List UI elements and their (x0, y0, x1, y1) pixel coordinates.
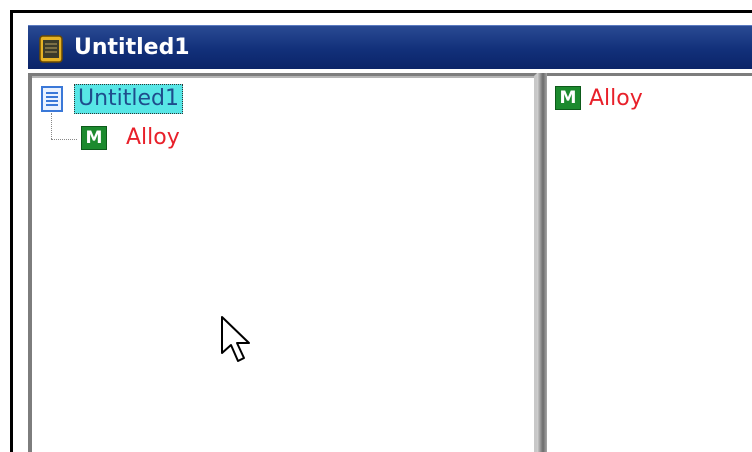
tree-connector-horizontal (51, 139, 77, 140)
pane-shadow (32, 76, 534, 78)
material-icon[interactable]: M (555, 86, 581, 110)
database-icon (38, 34, 64, 64)
window-frame-left (10, 10, 13, 452)
pane-splitter[interactable] (537, 73, 547, 452)
document-icon (40, 86, 64, 112)
document-title-bar[interactable]: Untitled1 (28, 25, 752, 69)
detail-pane[interactable] (547, 73, 752, 452)
window-title: Untitled1 (74, 35, 190, 60)
tree-item-alloy[interactable]: Alloy (126, 124, 180, 152)
detail-item-alloy[interactable]: Alloy (589, 85, 643, 113)
window-frame-top (10, 10, 752, 13)
mouse-pointer-icon (220, 315, 252, 369)
tree-root-label[interactable]: Untitled1 (74, 84, 184, 114)
material-icon[interactable]: M (81, 126, 107, 150)
tree-connector-vertical (51, 113, 52, 139)
